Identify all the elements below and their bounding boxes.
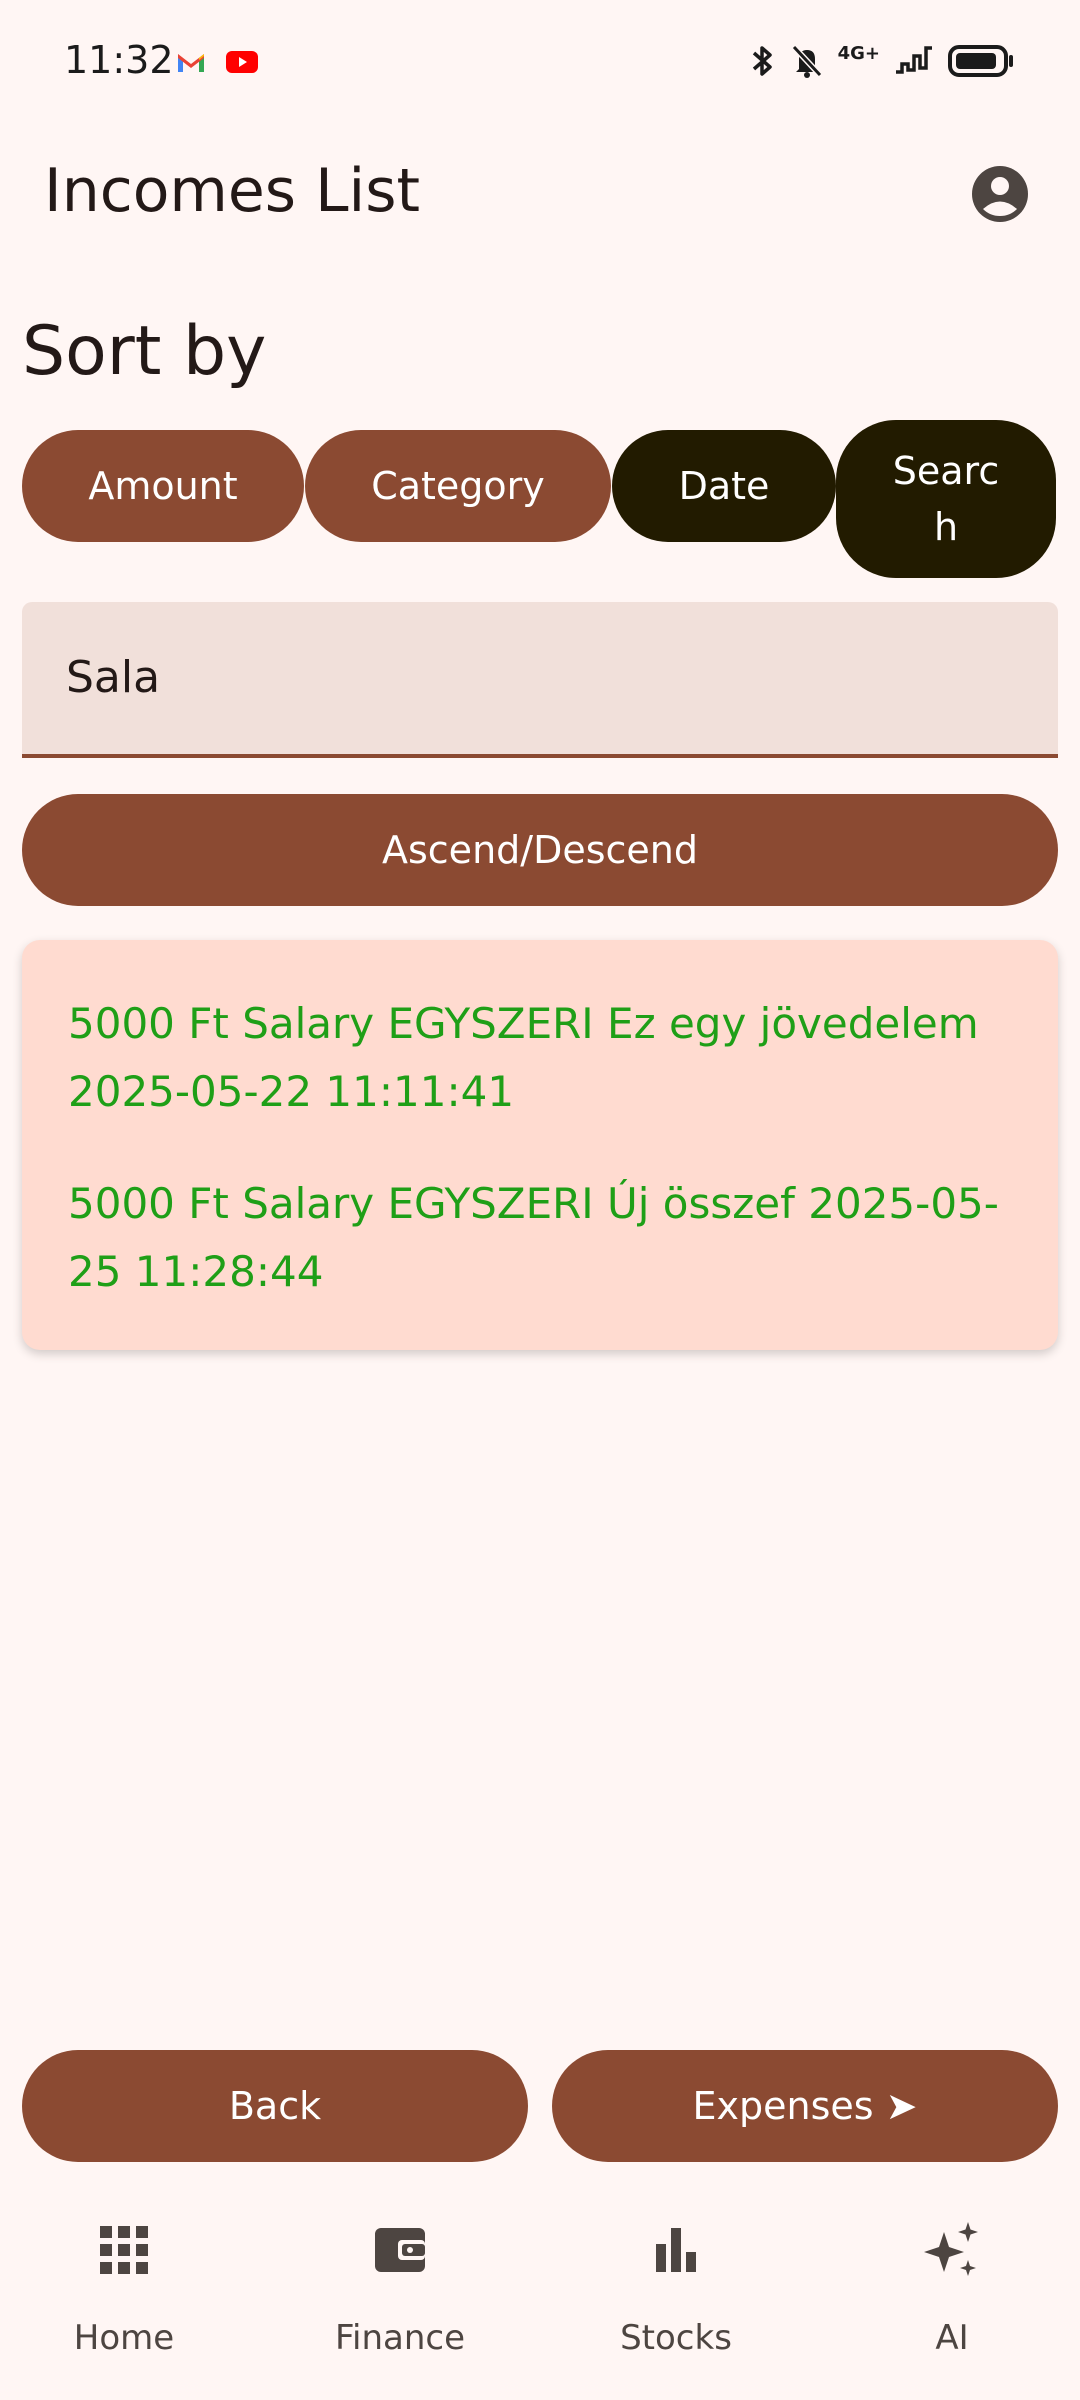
sort-category-label: Category [371, 464, 545, 508]
sort-date-chip[interactable]: Date [612, 430, 836, 542]
back-button[interactable]: Back [22, 2050, 528, 2162]
page-title: Incomes List [44, 156, 420, 226]
income-list-item[interactable]: 5000 Ft Salary EGYSZERI Ez egy jövedelem… [68, 990, 1014, 1126]
mute-icon [790, 43, 824, 83]
sparkles-icon [924, 2222, 978, 2276]
sort-category-chip[interactable]: Category [305, 430, 611, 542]
sort-amount-label: Amount [88, 464, 238, 508]
system-status: 4G+ [750, 38, 1014, 88]
status-bar: 11:32 4G+ [0, 0, 1080, 130]
youtube-icon [226, 50, 258, 78]
nav-finance-label: Finance [334, 2318, 466, 2358]
back-label: Back [228, 2084, 322, 2128]
network-type: 4G+ [837, 42, 880, 64]
sort-search-chip[interactable]: Search [836, 420, 1056, 578]
screen: 11:32 4G+ Incomes List Sort by Amount Ca… [0, 0, 1080, 2400]
sort-search-label: Search [892, 449, 1000, 549]
expenses-label: Expenses ➤ [692, 2084, 918, 2128]
sort-date-label: Date [678, 464, 770, 508]
apps-grid-icon [100, 2226, 148, 2274]
ascend-descend-label: Ascend/Descend [382, 828, 698, 872]
account-button[interactable] [970, 164, 1030, 224]
search-field[interactable] [22, 602, 1058, 758]
income-list-item[interactable]: 5000 Ft Salary EGYSZERI Új összef 2025-0… [68, 1170, 1014, 1306]
nav-ai-label: AI [935, 2318, 969, 2358]
nav-stocks[interactable]: Stocks [576, 2190, 776, 2360]
nav-home[interactable]: Home [24, 2190, 224, 2360]
bluetooth-icon [750, 43, 776, 83]
ascend-descend-button[interactable]: Ascend/Descend [22, 794, 1058, 906]
bottom-navigation: Home Finance Stocks AI [0, 2190, 1080, 2400]
search-input[interactable] [66, 642, 1006, 712]
sort-amount-chip[interactable]: Amount [22, 430, 304, 542]
income-list-card: 5000 Ft Salary EGYSZERI Ez egy jövedelem… [22, 940, 1058, 1350]
gmail-icon [176, 50, 206, 78]
battery-icon [948, 43, 1014, 83]
nav-stocks-label: Stocks [620, 2318, 732, 2358]
nav-finance[interactable]: Finance [300, 2190, 500, 2360]
status-time: 11:32 [64, 38, 174, 82]
account-circle-icon [972, 166, 1028, 222]
sort-by-heading: Sort by [22, 312, 267, 391]
nav-home-label: Home [73, 2318, 175, 2358]
nav-ai[interactable]: AI [852, 2190, 1052, 2360]
wallet-icon [375, 2228, 425, 2272]
bar-chart-icon [656, 2228, 696, 2272]
expenses-button[interactable]: Expenses ➤ [552, 2050, 1058, 2162]
signal-icon [894, 44, 934, 82]
